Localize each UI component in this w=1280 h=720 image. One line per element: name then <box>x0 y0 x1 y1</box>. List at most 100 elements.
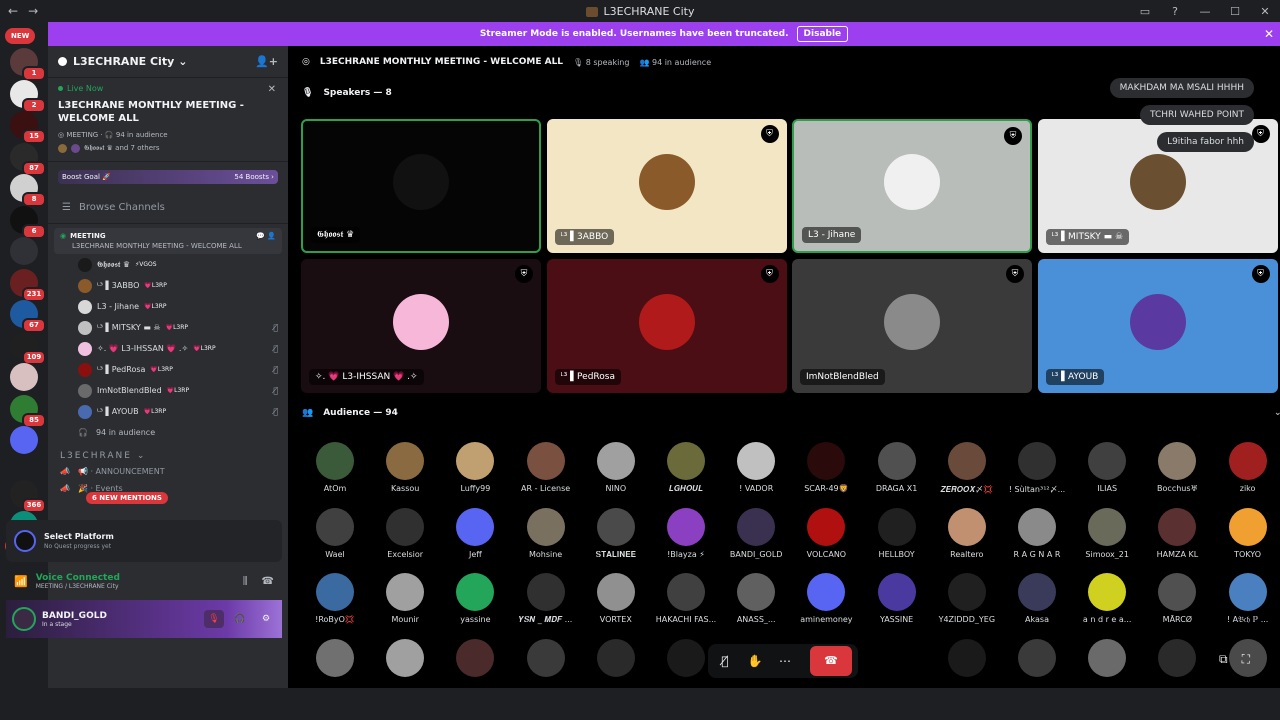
mic-muted-icon[interactable]: 🎙̸ <box>714 650 736 672</box>
audience-member[interactable]: MĀRCØ <box>1142 573 1212 639</box>
leave-stage-button[interactable]: ☎ <box>810 646 852 676</box>
audience-member[interactable]: !Blayza ⚡ <box>651 507 721 574</box>
popout-icon[interactable]: ⧉ <box>1219 652 1228 667</box>
deafen-button[interactable]: 🎧 <box>230 610 250 628</box>
audience-member[interactable] <box>511 638 581 705</box>
help-icon[interactable]: ? <box>1160 5 1190 18</box>
voice-user[interactable]: 𝕲𝖍𝖔𝖔𝖘𝖙 ♛ ⚡VGOS <box>78 254 288 275</box>
audience-member[interactable]: ziko <box>1213 442 1280 508</box>
audience-member[interactable]: Wael <box>300 507 370 574</box>
speaker-tile[interactable]: ✧. 💗 L3-IHSSAN 💗 .✧ ⛨ <box>301 259 541 393</box>
new-mentions-pill[interactable]: 6 NEW MENTIONS <box>86 492 168 504</box>
speaker-tile[interactable]: ImNotBlendBled ⛨ <box>792 259 1032 393</box>
new-pill-top[interactable]: NEW <box>5 28 36 44</box>
audience-member[interactable] <box>1142 638 1212 705</box>
inbox-icon[interactable]: ▭ <box>1130 5 1160 18</box>
audience-member[interactable]: a n d r e a... <box>1072 573 1142 639</box>
audience-member[interactable] <box>440 638 510 705</box>
close-window-button[interactable]: ✕ <box>1250 5 1280 18</box>
voice-user[interactable]: ✧. 💗 L3-IHSSAN 💗 .✧ 💗L3RP 🎙̸ <box>78 338 288 359</box>
audience-member[interactable]: Kassou <box>370 442 440 508</box>
audience-member[interactable]: ILIAS <box>1072 442 1142 508</box>
maximize-button[interactable]: ☐ <box>1220 5 1250 18</box>
voice-user[interactable]: L3 - Jihane 💗L3RP <box>78 296 288 317</box>
audience-member[interactable]: Jeff <box>440 507 510 574</box>
audience-member[interactable]: R A G N A R <box>1002 507 1072 574</box>
audience-member[interactable]: !RoByO💢 <box>300 573 370 639</box>
back-icon[interactable]: ← <box>8 4 18 18</box>
channel-item[interactable]: 📣 🎉 · Events <box>48 480 288 497</box>
audience-member[interactable]: 𝑳𝑮𝑯𝑶𝑼𝑳 <box>651 442 721 508</box>
audience-member[interactable]: NINO <box>581 442 651 508</box>
voice-user[interactable]: ᴸ³ ▌MITSKY ▬ ☠ 💗L3RP 🎙̸ <box>78 317 288 338</box>
settings-gear-icon[interactable]: ⚙ <box>256 610 276 628</box>
noise-suppression-icon[interactable]: ⫼ <box>243 576 248 587</box>
raise-hand-icon[interactable]: ✋ <box>744 650 766 672</box>
banner-close-icon[interactable]: ✕ <box>1264 27 1274 41</box>
audience-member[interactable] <box>932 638 1002 705</box>
audience-member[interactable]: Bocchus♅ <box>1142 442 1212 508</box>
fullscreen-icon[interactable]: ⛶ <box>1242 652 1250 667</box>
chevron-down-icon[interactable]: ⌄ <box>1274 408 1280 418</box>
audience-member[interactable]: Realtero <box>932 507 1002 574</box>
audience-member[interactable]: Y4ZIDDD_YEG <box>932 573 1002 639</box>
meeting-channel[interactable]: ◉ MEETING 💬 👤 L3ECHRANE MONTHLY MEETING - … <box>54 228 282 254</box>
channel-item[interactable]: 📣 📢 · ANNOUNCEMENT <box>48 463 288 480</box>
live-close-icon[interactable]: ✕ <box>268 84 276 95</box>
avatar[interactable] <box>12 607 36 631</box>
voice-user[interactable]: ᴸ³ ▌AYOUB 💗L3RP 🎙̸ <box>78 401 288 422</box>
audience-member[interactable]: SCAR-49🦁 <box>791 442 861 508</box>
disable-streamer-button[interactable]: Disable <box>796 26 849 42</box>
audience-member[interactable]: Mounir <box>370 573 440 639</box>
chat-icon[interactable]: 💬 👤 <box>256 232 276 240</box>
audience-member[interactable]: VORTEX <box>581 573 651 639</box>
server-icon[interactable] <box>10 363 38 391</box>
audience-member[interactable] <box>1072 638 1142 705</box>
voice-user[interactable]: ᴸ³ ▌3ABBO 💗L3RP <box>78 275 288 296</box>
audience-member[interactable]: AR - License <box>511 442 581 508</box>
audience-member[interactable]: HAKACHI FAS... <box>651 573 721 639</box>
guild-header[interactable]: L3ECHRANE City ⌄ 👤+ <box>48 46 288 78</box>
audience-member[interactable]: ! VADOR <box>721 442 791 508</box>
speaker-tile[interactable]: ᴸ³ ▌3ABBO ⛨ <box>546 119 787 253</box>
audience-member[interactable]: AtOm <box>300 442 370 508</box>
browse-channels[interactable]: ☰ Browse Channels <box>48 192 288 224</box>
speaker-tile[interactable]: L3 - Jihane ⛨ <box>792 119 1032 253</box>
server-icon[interactable] <box>10 426 38 454</box>
disconnect-icon[interactable]: ☎ <box>262 576 274 587</box>
server-icon[interactable] <box>10 237 38 265</box>
audience-member[interactable]: 𝒀𝑺𝑵 _ 𝑴𝑫𝑭 ... <box>511 573 581 639</box>
mute-mic-button[interactable]: 🎙 <box>204 610 224 628</box>
audience-member[interactable] <box>581 638 651 705</box>
audience-member[interactable]: HELLBOY <box>862 507 932 574</box>
quest-platform-panel[interactable]: Select Platform No Quest progress yet <box>6 520 282 562</box>
forward-icon[interactable]: → <box>28 4 38 18</box>
voice-user[interactable]: ᴸ³ ▌PedRosa 💗L3RP 🎙̸ <box>78 359 288 380</box>
audience-member[interactable]: HAMZA KL <box>1142 507 1212 574</box>
audience-member[interactable]: 𝐒𝐓𝐀𝐋𝐈𝐍𝐄𝐄 <box>581 507 651 574</box>
live-now-card[interactable]: Live Now ✕ L3ECHRANE MONTHLY MEETING - W… <box>48 78 288 162</box>
minimize-button[interactable]: — <box>1190 5 1220 18</box>
audience-member[interactable]: 𝒁𝑬𝑹𝑶𝑶𝑿〆💢 <box>932 442 1002 508</box>
speaker-tile[interactable]: ᴸ³ ▌AYOUB ⛨ <box>1037 259 1278 393</box>
audience-member[interactable]: BANDI_GOLD <box>721 507 791 574</box>
audience-member[interactable]: yassine <box>440 573 510 639</box>
audience-member[interactable]: Excelsior <box>370 507 440 574</box>
add-member-icon[interactable]: 👤+ <box>255 55 278 68</box>
audience-member[interactable]: VOLCANO <box>791 507 861 574</box>
audience-member[interactable]: YASSINE <box>862 573 932 639</box>
voice-user[interactable]: ImNotBlendBled 💗L3RP 🎙̸ <box>78 380 288 401</box>
speaker-tile[interactable]: 𝕲𝖍𝖔𝖔𝖘𝖙 ♛ <box>301 119 541 253</box>
audience-member[interactable]: ! A𝔅𝔠𝔥 ℙ ... <box>1213 573 1280 639</box>
audience-member[interactable]: Mohsine <box>511 507 581 574</box>
more-options-icon[interactable]: ⋯ <box>774 650 796 672</box>
audience-member[interactable] <box>300 638 370 705</box>
audience-member[interactable]: aminemoney <box>791 573 861 639</box>
audience-member[interactable] <box>370 638 440 705</box>
audience-member[interactable]: Luffy99 <box>440 442 510 508</box>
audience-member[interactable] <box>1213 638 1280 705</box>
audience-member[interactable]: ANASS_... <box>721 573 791 639</box>
audience-member[interactable]: ! Sùltan³¹²〆... <box>1002 442 1072 508</box>
audience-member[interactable]: Akasa <box>1002 573 1072 639</box>
audience-member[interactable]: TOKYO <box>1213 507 1280 574</box>
